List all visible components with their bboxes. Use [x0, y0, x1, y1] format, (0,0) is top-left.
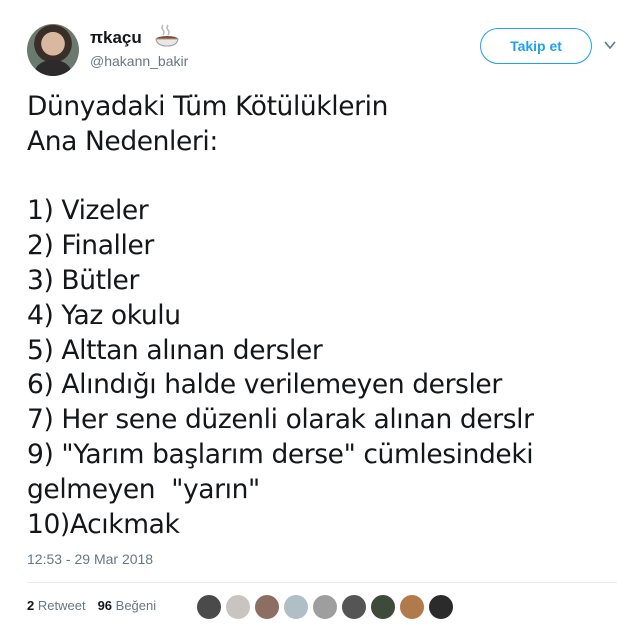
divider	[27, 582, 617, 583]
liker-avatar[interactable]	[399, 594, 425, 620]
liker-avatar[interactable]	[254, 594, 280, 620]
liker-avatar[interactable]	[312, 594, 338, 620]
like-count: 96	[97, 598, 113, 613]
liker-avatar[interactable]	[428, 594, 454, 620]
chevron-down-icon[interactable]	[603, 38, 617, 52]
retweet-label: Retweet	[37, 598, 86, 613]
follow-button[interactable]: Takip et	[480, 28, 592, 64]
retweet-count: 2	[27, 598, 35, 613]
liker-avatar[interactable]	[196, 594, 222, 620]
retweet-stat[interactable]: 2 Retweet	[27, 598, 86, 613]
liker-avatar[interactable]	[225, 594, 251, 620]
liker-avatar[interactable]	[370, 594, 396, 620]
tweet-timestamp[interactable]: 12:53 - 29 Mar 2018	[27, 551, 153, 567]
tweet-stats: 2 Retweet 96 Beğeni	[27, 598, 156, 613]
avatar[interactable]	[27, 24, 79, 76]
display-name[interactable]: πkaçu	[90, 28, 142, 48]
liker-avatar[interactable]	[283, 594, 309, 620]
user-handle[interactable]: @hakann_bakir	[90, 53, 188, 69]
tweet-header: πkaçu @hakann_bakir Takip et	[27, 22, 617, 78]
like-stat[interactable]: 96 Beğeni	[98, 598, 157, 613]
liker-avatars	[196, 594, 454, 620]
coffee-icon	[155, 24, 179, 47]
like-label: Beğeni	[115, 598, 157, 613]
liker-avatar[interactable]	[341, 594, 367, 620]
tweet-text: Dünyadaki Tüm Kötülüklerin Ana Nedenleri…	[27, 91, 534, 540]
